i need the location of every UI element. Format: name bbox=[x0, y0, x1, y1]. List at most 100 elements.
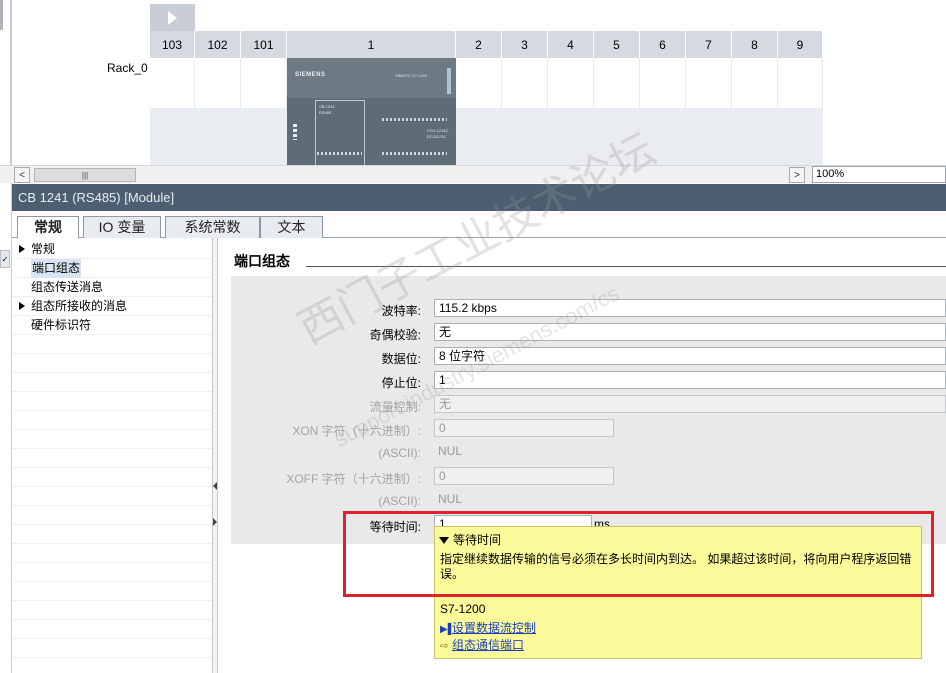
nav-item[interactable]: 常规 bbox=[12, 240, 212, 259]
slot-lower bbox=[594, 108, 639, 165]
rack-slot[interactable] bbox=[732, 58, 778, 165]
rack-slot[interactable] bbox=[548, 58, 594, 165]
rack-slot[interactable] bbox=[456, 58, 502, 165]
rack-slot[interactable] bbox=[195, 58, 241, 165]
zoom-field[interactable]: 100% bbox=[812, 166, 946, 183]
slot-lower bbox=[686, 108, 731, 165]
tab-system-constants[interactable]: 系统常数 bbox=[165, 216, 260, 238]
nav-row-separator bbox=[12, 449, 212, 468]
nav-row-separator bbox=[12, 582, 212, 601]
cpu-label-text: CPU 1214C DC/DC/DC bbox=[427, 128, 449, 139]
slot-header: 1 bbox=[287, 31, 456, 58]
xoff-ascii-value: NUL bbox=[438, 492, 463, 506]
xon-char-label: XON 字符（十六进制）: bbox=[292, 424, 421, 438]
tab-texts[interactable]: 文本 bbox=[260, 216, 323, 238]
tab-io-tags[interactable]: IO 变量 bbox=[83, 216, 161, 238]
slot-lower bbox=[241, 108, 286, 165]
rack-view: 103 102 101 1 2 3 4 5 6 7 8 9 Rack_0 SIEMENS SIMATI… bbox=[0, 0, 946, 165]
slot-lower bbox=[195, 108, 240, 165]
stop-bits-select[interactable]: 1 bbox=[434, 371, 946, 389]
tab-general[interactable]: 常规 bbox=[17, 216, 79, 239]
nav-row-separator bbox=[12, 525, 212, 544]
baud-rate-select[interactable]: 115.2 kbps bbox=[434, 299, 946, 317]
expand-right-icon[interactable] bbox=[213, 518, 217, 526]
slot-lower bbox=[640, 108, 685, 165]
slot-header: 8 bbox=[732, 31, 778, 58]
slot-header: 103 bbox=[150, 31, 195, 58]
rack-slot[interactable] bbox=[502, 58, 548, 165]
nav-row-separator bbox=[12, 620, 212, 639]
flow-control-select[interactable]: 无 bbox=[434, 395, 946, 413]
flow-control-help-link[interactable]: ▶▌设置数据流控制 bbox=[440, 619, 536, 636]
data-bits-select[interactable]: 8 位字符 bbox=[434, 347, 946, 365]
slot-upper bbox=[640, 58, 685, 108]
scroll-thumb[interactable]: ||| bbox=[34, 168, 136, 182]
rack-slot[interactable] bbox=[150, 58, 195, 165]
slot-lower bbox=[456, 108, 501, 165]
parity-select[interactable]: 无 bbox=[434, 323, 946, 341]
properties-tabs: 常规 IO 变量 系统常数 文本 bbox=[12, 211, 946, 239]
expand-arrow-icon[interactable] bbox=[19, 302, 25, 310]
port-config-panel: 波特率: 115.2 kbps 奇偶校验: 无 数据位: 8 位字符 停止位: … bbox=[231, 276, 946, 544]
cpu-brand: SIEMENS bbox=[295, 72, 326, 78]
slot-header: 102 bbox=[195, 31, 241, 58]
left-collapse-icon[interactable]: ✓ bbox=[0, 250, 10, 268]
cpu-top-strip bbox=[287, 58, 456, 98]
rack-slot[interactable] bbox=[686, 58, 732, 165]
play-arrow-icon bbox=[168, 10, 177, 25]
nav-row-separator bbox=[12, 354, 212, 373]
section-divider bbox=[306, 266, 946, 267]
nav-row-separator bbox=[12, 335, 212, 354]
cpu-model-text: SIMATIC S7-1200 bbox=[395, 73, 428, 78]
slot-lower bbox=[778, 108, 822, 165]
annotation-highlight-box bbox=[343, 511, 934, 597]
expand-rack-button[interactable] bbox=[150, 4, 195, 31]
nav-row-separator bbox=[12, 639, 212, 658]
rack-slot[interactable] bbox=[241, 58, 287, 165]
xon-ascii-label: (ASCII): bbox=[378, 446, 421, 460]
nav-item-label: 组态传送消息 bbox=[31, 280, 104, 294]
io-terminal-row-bottom bbox=[382, 152, 447, 155]
xoff-ascii-label: (ASCII): bbox=[378, 494, 421, 508]
slot-body-row bbox=[150, 58, 823, 165]
slot-header: 2 bbox=[456, 31, 502, 58]
nav-item[interactable]: 硬件标识符 bbox=[12, 316, 212, 335]
rack-horizontal-scrollbar[interactable]: < ||| > 100% bbox=[0, 165, 946, 183]
slot-lower bbox=[548, 108, 593, 165]
slot-lower bbox=[732, 108, 777, 165]
nav-item[interactable]: 端口组态 bbox=[12, 259, 212, 278]
status-leds bbox=[293, 124, 297, 140]
rack-slot[interactable] bbox=[778, 58, 823, 165]
slot-upper bbox=[502, 58, 547, 108]
rack-label: Rack_0 bbox=[107, 61, 148, 75]
scroll-left-button[interactable]: < bbox=[14, 167, 30, 183]
nav-item[interactable]: 组态所接收的消息 bbox=[12, 297, 212, 316]
xoff-char-input[interactable]: 0 bbox=[434, 467, 614, 485]
nav-item[interactable]: 组态传送消息 bbox=[12, 278, 212, 297]
rack-slot[interactable] bbox=[640, 58, 686, 165]
slot-upper bbox=[548, 58, 593, 108]
nav-item-label: 组态所接收的消息 bbox=[31, 299, 128, 313]
flow-control-link-text: 设置数据流控制 bbox=[452, 621, 537, 635]
rack-slot[interactable] bbox=[594, 58, 640, 165]
comm-port-link-text: 组态通信端口 bbox=[452, 638, 525, 652]
expand-arrow-icon[interactable] bbox=[19, 245, 25, 253]
arrow-link-icon: ⇨ bbox=[440, 641, 449, 652]
scroll-right-button[interactable]: > bbox=[789, 167, 805, 183]
cpu-module[interactable]: SIEMENS SIMATIC S7-1200 CB 1241 RS485 CP… bbox=[287, 58, 456, 165]
xon-char-input[interactable]: 0 bbox=[434, 419, 614, 437]
slot-upper bbox=[150, 58, 194, 108]
comm-port-help-link[interactable]: ⇨ 组态通信端口 bbox=[440, 636, 524, 653]
section-title: 端口组态 bbox=[234, 253, 290, 269]
slot-header: 5 bbox=[594, 31, 640, 58]
properties-nav-tree: 常规 端口组态组态传送消息组态所接收的消息硬件标识符 bbox=[12, 238, 212, 673]
cb-module-text: CB 1241 RS485 bbox=[319, 104, 335, 115]
nav-row-separator bbox=[12, 392, 212, 411]
xoff-char-label: XOFF 字符（十六进制）: bbox=[286, 472, 421, 486]
nav-row-separator bbox=[12, 563, 212, 582]
nav-item-label: 端口组态 bbox=[31, 259, 82, 278]
xon-ascii-value: NUL bbox=[438, 444, 463, 458]
slot-upper bbox=[778, 58, 822, 108]
collapse-left-icon[interactable] bbox=[213, 482, 217, 490]
nav-row-separator bbox=[12, 601, 212, 620]
